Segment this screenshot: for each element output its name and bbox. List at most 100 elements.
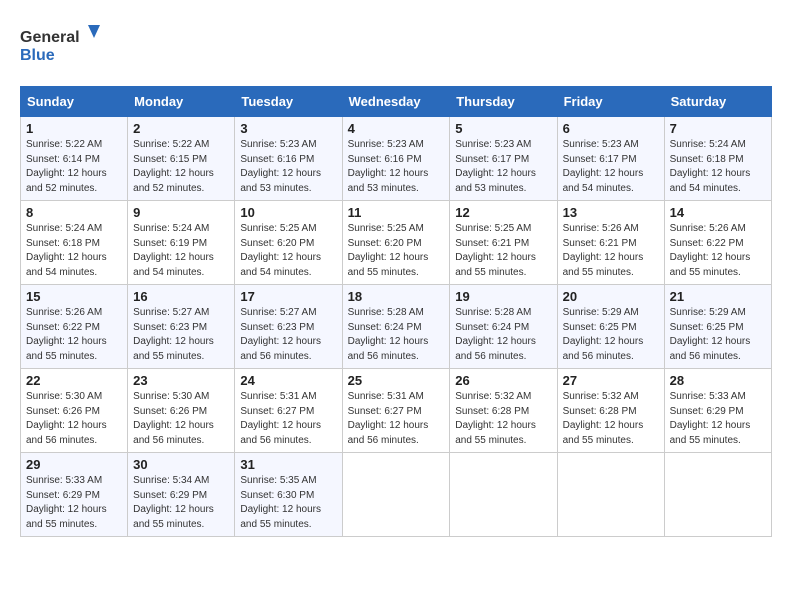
day-info: Sunrise: 5:25 AM Sunset: 6:20 PM Dayligh…: [240, 222, 336, 280]
logo-svg: General Blue: [20, 20, 100, 70]
svg-text:Blue: Blue: [20, 47, 55, 64]
column-header-wednesday: Wednesday: [342, 87, 450, 117]
column-header-thursday: Thursday: [450, 87, 557, 117]
day-info: Sunrise: 5:24 AM Sunset: 6:19 PM Dayligh…: [133, 222, 229, 280]
day-info: Sunrise: 5:28 AM Sunset: 6:24 PM Dayligh…: [455, 306, 551, 364]
calendar-cell: 24 Sunrise: 5:31 AM Sunset: 6:27 PM Dayl…: [235, 369, 342, 453]
day-info: Sunrise: 5:32 AM Sunset: 6:28 PM Dayligh…: [455, 390, 551, 448]
day-number: 25: [348, 373, 445, 388]
day-number: 18: [348, 289, 445, 304]
day-info: Sunrise: 5:28 AM Sunset: 6:24 PM Dayligh…: [348, 306, 445, 364]
day-info: Sunrise: 5:34 AM Sunset: 6:29 PM Dayligh…: [133, 474, 229, 532]
calendar-cell: 19 Sunrise: 5:28 AM Sunset: 6:24 PM Dayl…: [450, 285, 557, 369]
calendar-cell: [342, 453, 450, 537]
calendar-cell: 10 Sunrise: 5:25 AM Sunset: 6:20 PM Dayl…: [235, 201, 342, 285]
day-info: Sunrise: 5:22 AM Sunset: 6:14 PM Dayligh…: [26, 138, 122, 196]
day-info: Sunrise: 5:27 AM Sunset: 6:23 PM Dayligh…: [240, 306, 336, 364]
day-number: 27: [563, 373, 659, 388]
day-info: Sunrise: 5:26 AM Sunset: 6:22 PM Dayligh…: [670, 222, 766, 280]
day-number: 28: [670, 373, 766, 388]
calendar-cell: 18 Sunrise: 5:28 AM Sunset: 6:24 PM Dayl…: [342, 285, 450, 369]
day-info: Sunrise: 5:33 AM Sunset: 6:29 PM Dayligh…: [26, 474, 122, 532]
calendar-cell: 26 Sunrise: 5:32 AM Sunset: 6:28 PM Dayl…: [450, 369, 557, 453]
calendar-cell: 31 Sunrise: 5:35 AM Sunset: 6:30 PM Dayl…: [235, 453, 342, 537]
calendar-cell: 28 Sunrise: 5:33 AM Sunset: 6:29 PM Dayl…: [664, 369, 771, 453]
day-number: 19: [455, 289, 551, 304]
calendar-cell: 17 Sunrise: 5:27 AM Sunset: 6:23 PM Dayl…: [235, 285, 342, 369]
day-info: Sunrise: 5:24 AM Sunset: 6:18 PM Dayligh…: [670, 138, 766, 196]
calendar-cell: 11 Sunrise: 5:25 AM Sunset: 6:20 PM Dayl…: [342, 201, 450, 285]
page-header: General Blue: [20, 20, 772, 70]
day-number: 24: [240, 373, 336, 388]
column-header-sunday: Sunday: [21, 87, 128, 117]
calendar-cell: 16 Sunrise: 5:27 AM Sunset: 6:23 PM Dayl…: [128, 285, 235, 369]
calendar-cell: [557, 453, 664, 537]
day-number: 7: [670, 121, 766, 136]
calendar-week-row: 22 Sunrise: 5:30 AM Sunset: 6:26 PM Dayl…: [21, 369, 772, 453]
calendar-cell: 21 Sunrise: 5:29 AM Sunset: 6:25 PM Dayl…: [664, 285, 771, 369]
calendar-cell: 3 Sunrise: 5:23 AM Sunset: 6:16 PM Dayli…: [235, 117, 342, 201]
day-info: Sunrise: 5:30 AM Sunset: 6:26 PM Dayligh…: [133, 390, 229, 448]
day-info: Sunrise: 5:29 AM Sunset: 6:25 PM Dayligh…: [563, 306, 659, 364]
day-info: Sunrise: 5:35 AM Sunset: 6:30 PM Dayligh…: [240, 474, 336, 532]
column-header-monday: Monday: [128, 87, 235, 117]
column-header-tuesday: Tuesday: [235, 87, 342, 117]
column-header-saturday: Saturday: [664, 87, 771, 117]
day-number: 23: [133, 373, 229, 388]
day-number: 14: [670, 205, 766, 220]
day-info: Sunrise: 5:24 AM Sunset: 6:18 PM Dayligh…: [26, 222, 122, 280]
day-info: Sunrise: 5:26 AM Sunset: 6:21 PM Dayligh…: [563, 222, 659, 280]
calendar-cell: 14 Sunrise: 5:26 AM Sunset: 6:22 PM Dayl…: [664, 201, 771, 285]
day-info: Sunrise: 5:25 AM Sunset: 6:20 PM Dayligh…: [348, 222, 445, 280]
day-info: Sunrise: 5:23 AM Sunset: 6:17 PM Dayligh…: [455, 138, 551, 196]
svg-text:General: General: [20, 29, 80, 46]
day-info: Sunrise: 5:25 AM Sunset: 6:21 PM Dayligh…: [455, 222, 551, 280]
day-number: 26: [455, 373, 551, 388]
calendar-cell: 22 Sunrise: 5:30 AM Sunset: 6:26 PM Dayl…: [21, 369, 128, 453]
day-info: Sunrise: 5:30 AM Sunset: 6:26 PM Dayligh…: [26, 390, 122, 448]
day-number: 11: [348, 205, 445, 220]
calendar-cell: 29 Sunrise: 5:33 AM Sunset: 6:29 PM Dayl…: [21, 453, 128, 537]
day-number: 30: [133, 457, 229, 472]
day-info: Sunrise: 5:26 AM Sunset: 6:22 PM Dayligh…: [26, 306, 122, 364]
day-number: 12: [455, 205, 551, 220]
day-number: 10: [240, 205, 336, 220]
day-number: 20: [563, 289, 659, 304]
day-info: Sunrise: 5:31 AM Sunset: 6:27 PM Dayligh…: [348, 390, 445, 448]
calendar-cell: [450, 453, 557, 537]
calendar-cell: 20 Sunrise: 5:29 AM Sunset: 6:25 PM Dayl…: [557, 285, 664, 369]
calendar-cell: 23 Sunrise: 5:30 AM Sunset: 6:26 PM Dayl…: [128, 369, 235, 453]
calendar-week-row: 1 Sunrise: 5:22 AM Sunset: 6:14 PM Dayli…: [21, 117, 772, 201]
calendar-cell: 8 Sunrise: 5:24 AM Sunset: 6:18 PM Dayli…: [21, 201, 128, 285]
calendar-cell: 27 Sunrise: 5:32 AM Sunset: 6:28 PM Dayl…: [557, 369, 664, 453]
day-info: Sunrise: 5:27 AM Sunset: 6:23 PM Dayligh…: [133, 306, 229, 364]
day-number: 29: [26, 457, 122, 472]
day-info: Sunrise: 5:23 AM Sunset: 6:16 PM Dayligh…: [348, 138, 445, 196]
calendar-cell: 30 Sunrise: 5:34 AM Sunset: 6:29 PM Dayl…: [128, 453, 235, 537]
calendar-week-row: 29 Sunrise: 5:33 AM Sunset: 6:29 PM Dayl…: [21, 453, 772, 537]
day-number: 21: [670, 289, 766, 304]
day-number: 16: [133, 289, 229, 304]
calendar-week-row: 8 Sunrise: 5:24 AM Sunset: 6:18 PM Dayli…: [21, 201, 772, 285]
day-number: 31: [240, 457, 336, 472]
calendar-cell: 9 Sunrise: 5:24 AM Sunset: 6:19 PM Dayli…: [128, 201, 235, 285]
calendar-week-row: 15 Sunrise: 5:26 AM Sunset: 6:22 PM Dayl…: [21, 285, 772, 369]
calendar-cell: [664, 453, 771, 537]
logo: General Blue: [20, 20, 100, 70]
day-info: Sunrise: 5:33 AM Sunset: 6:29 PM Dayligh…: [670, 390, 766, 448]
calendar-cell: 5 Sunrise: 5:23 AM Sunset: 6:17 PM Dayli…: [450, 117, 557, 201]
calendar-cell: 15 Sunrise: 5:26 AM Sunset: 6:22 PM Dayl…: [21, 285, 128, 369]
calendar-header-row: SundayMondayTuesdayWednesdayThursdayFrid…: [21, 87, 772, 117]
day-number: 22: [26, 373, 122, 388]
calendar-cell: 7 Sunrise: 5:24 AM Sunset: 6:18 PM Dayli…: [664, 117, 771, 201]
day-number: 3: [240, 121, 336, 136]
calendar-cell: 2 Sunrise: 5:22 AM Sunset: 6:15 PM Dayli…: [128, 117, 235, 201]
day-info: Sunrise: 5:23 AM Sunset: 6:16 PM Dayligh…: [240, 138, 336, 196]
day-info: Sunrise: 5:29 AM Sunset: 6:25 PM Dayligh…: [670, 306, 766, 364]
day-number: 17: [240, 289, 336, 304]
calendar-cell: 4 Sunrise: 5:23 AM Sunset: 6:16 PM Dayli…: [342, 117, 450, 201]
day-info: Sunrise: 5:22 AM Sunset: 6:15 PM Dayligh…: [133, 138, 229, 196]
day-info: Sunrise: 5:23 AM Sunset: 6:17 PM Dayligh…: [563, 138, 659, 196]
day-number: 1: [26, 121, 122, 136]
calendar-table: SundayMondayTuesdayWednesdayThursdayFrid…: [20, 86, 772, 537]
